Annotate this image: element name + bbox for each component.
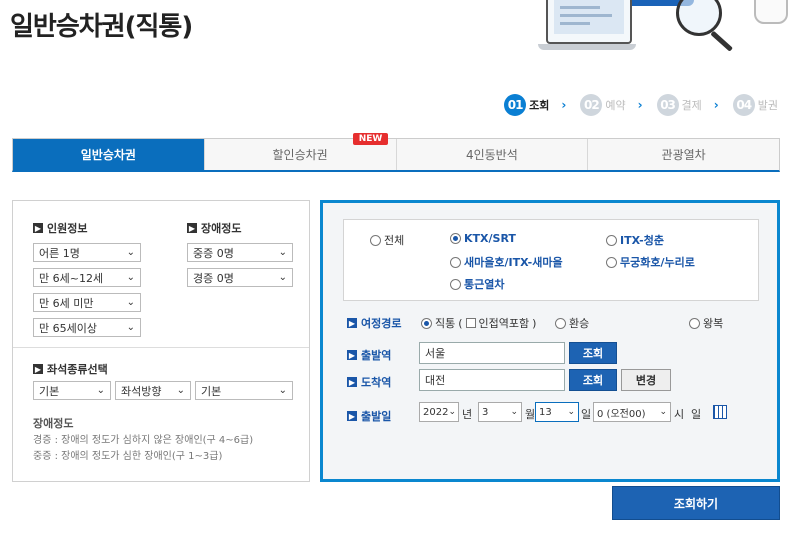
step-reserve: 02 예약 (580, 94, 626, 116)
chevron-down-icon: ⌄ (567, 407, 575, 417)
step-issue: 04 발권 (732, 94, 778, 116)
radio-icon (555, 317, 566, 329)
search-trains-button[interactable]: 조회하기 (612, 486, 780, 520)
radio-selected-icon (421, 317, 432, 329)
train-type-box: 전체 KTX/SRT ITX-청춘 새마을호/ITX-새마을 무궁화호/누리로 … (343, 219, 759, 301)
year-select[interactable]: 2022 ⌄ (419, 402, 459, 422)
step-arrow-icon: › (637, 98, 643, 112)
chevron-down-icon: ⌄ (278, 385, 287, 396)
seat-direction-select[interactable]: 좌석방향 ⌄ (115, 381, 191, 400)
radio-icon (450, 256, 461, 268)
calendar-icon[interactable] (713, 405, 727, 419)
chevron-down-icon: ⌄ (278, 247, 287, 258)
note-mild: 경증 : 장애의 정도가 심하지 않은 장애인(구 4~6급) (33, 435, 254, 446)
new-badge: NEW (352, 133, 389, 145)
monitor-icon (546, 0, 632, 44)
tab-tourist-train[interactable]: 관광열차 (588, 139, 779, 170)
radio-icon (606, 256, 617, 268)
bullet-icon: ▶ (33, 364, 43, 374)
weekday-label: 일 (691, 408, 702, 421)
chevron-down-icon: ⌄ (96, 385, 105, 396)
bullet-icon: ▶ (187, 223, 197, 233)
date-label: ▶ 출발일 (347, 410, 392, 423)
train-type-itx-chungchun-radio[interactable]: ITX-청춘 (606, 232, 664, 248)
train-type-mugunghwa-radio[interactable]: 무궁화호/누리로 (606, 254, 695, 270)
departure-search-button[interactable]: 조회 (569, 342, 617, 364)
train-search-illustration (536, 0, 800, 58)
journey-panel: 전체 KTX/SRT ITX-청춘 새마을호/ITX-새마을 무궁화호/누리로 … (320, 200, 780, 482)
chevron-down-icon: ⌄ (278, 272, 287, 283)
swap-stations-button[interactable]: 변경 (621, 369, 671, 391)
radio-icon (689, 317, 700, 329)
adult-count-select[interactable]: 어른 1명 ⌄ (33, 243, 141, 262)
day-select[interactable]: 13 ⌄ (535, 402, 579, 422)
train-type-saemaeul-radio[interactable]: 새마을호/ITX-새마을 (450, 254, 563, 270)
train-type-ktx-radio[interactable]: KTX/SRT (450, 232, 516, 245)
seat-option-select[interactable]: 기본 ⌄ (195, 381, 293, 400)
chevron-down-icon: ⌄ (176, 385, 185, 396)
mild-disability-select[interactable]: 경증 0명 ⌄ (187, 268, 293, 287)
seat-type-select[interactable]: 기본 ⌄ (33, 381, 111, 400)
chevron-down-icon: ⌄ (448, 407, 456, 417)
month-select[interactable]: 3 ⌄ (478, 402, 522, 422)
severe-disability-select[interactable]: 중증 0명 ⌄ (187, 243, 293, 262)
passenger-heading: ▶ 인원정보 (33, 222, 88, 235)
chevron-down-icon: ⌄ (126, 272, 135, 283)
route-label: ▶ 여정경로 (347, 317, 402, 330)
step-payment: 03 결제 (656, 94, 702, 116)
page-title: 일반승차권(직통) (10, 12, 193, 42)
magnifier-icon (676, 0, 722, 36)
radio-icon (450, 278, 461, 290)
senior-count-select[interactable]: 만 65세이상 ⌄ (33, 318, 141, 337)
departure-label: ▶ 출발역 (347, 349, 392, 362)
tab-general-ticket[interactable]: 일반승차권 (13, 139, 205, 170)
hour-select[interactable]: 0 (오전00) ⌄ (593, 402, 671, 422)
child-count-select[interactable]: 만 6세~12세 ⌄ (33, 268, 141, 287)
step-search: 01 조회 (504, 94, 549, 116)
radio-icon (606, 234, 617, 246)
bullet-icon: ▶ (33, 223, 43, 233)
route-transfer-radio[interactable]: 환승 (555, 315, 589, 331)
chevron-down-icon: ⌄ (659, 407, 667, 417)
bullet-icon: ▶ (347, 411, 357, 421)
step-arrow-icon: › (713, 98, 719, 112)
tab-discount-ticket[interactable]: 할인승차권 NEW (204, 133, 397, 170)
chevron-down-icon: ⌄ (126, 297, 135, 308)
passenger-panel: ▶ 인원정보 ▶ 장애정도 어른 1명 ⌄ 만 6세~12세 ⌄ 만 6세 미만 ⌄ … (12, 200, 310, 482)
note-severe: 중증 : 장애의 정도가 심한 장애인(구 1~3급) (33, 451, 223, 462)
bullet-icon: ▶ (347, 318, 357, 328)
bullet-icon: ▶ (347, 377, 357, 387)
note-title: 장애정도 (33, 417, 74, 430)
disability-heading: ▶ 장애정도 (187, 222, 242, 235)
arrival-search-button[interactable]: 조회 (569, 369, 617, 391)
route-round-trip-radio[interactable]: 왕복 (689, 315, 723, 331)
step-arrow-icon: › (561, 98, 567, 112)
radio-icon (370, 234, 381, 246)
train-type-commuter-radio[interactable]: 통근열차 (450, 276, 504, 292)
cup-icon (754, 0, 788, 24)
route-direct-radio[interactable]: 직통 (인접역포함) (421, 315, 536, 331)
progress-steps: 01 조회 › 02 예약 › 03 결제 › 04 발권 (504, 94, 778, 116)
bullet-icon: ▶ (347, 350, 357, 360)
tab-four-person-seat[interactable]: 4인동반석 (396, 139, 589, 170)
infant-count-select[interactable]: 만 6세 미만 ⌄ (33, 293, 141, 312)
include-nearby-checkbox[interactable] (465, 318, 476, 328)
radio-selected-icon (450, 233, 461, 244)
tab-discount-label: 할인승차권 (272, 148, 328, 162)
chevron-down-icon: ⌄ (126, 322, 135, 333)
train-type-all-radio[interactable]: 전체 (370, 232, 404, 248)
chevron-down-icon: ⌄ (126, 247, 135, 258)
arrival-label: ▶ 도착역 (347, 376, 392, 389)
departure-station-input[interactable]: 서울 (419, 342, 565, 364)
ticket-type-tabs: 일반승차권 할인승차권 NEW 4인동반석 관광열차 (12, 133, 780, 172)
chevron-down-icon: ⌄ (510, 407, 518, 417)
seat-type-heading: ▶ 좌석종류선택 (33, 363, 108, 376)
arrival-station-input[interactable]: 대전 (419, 369, 565, 391)
